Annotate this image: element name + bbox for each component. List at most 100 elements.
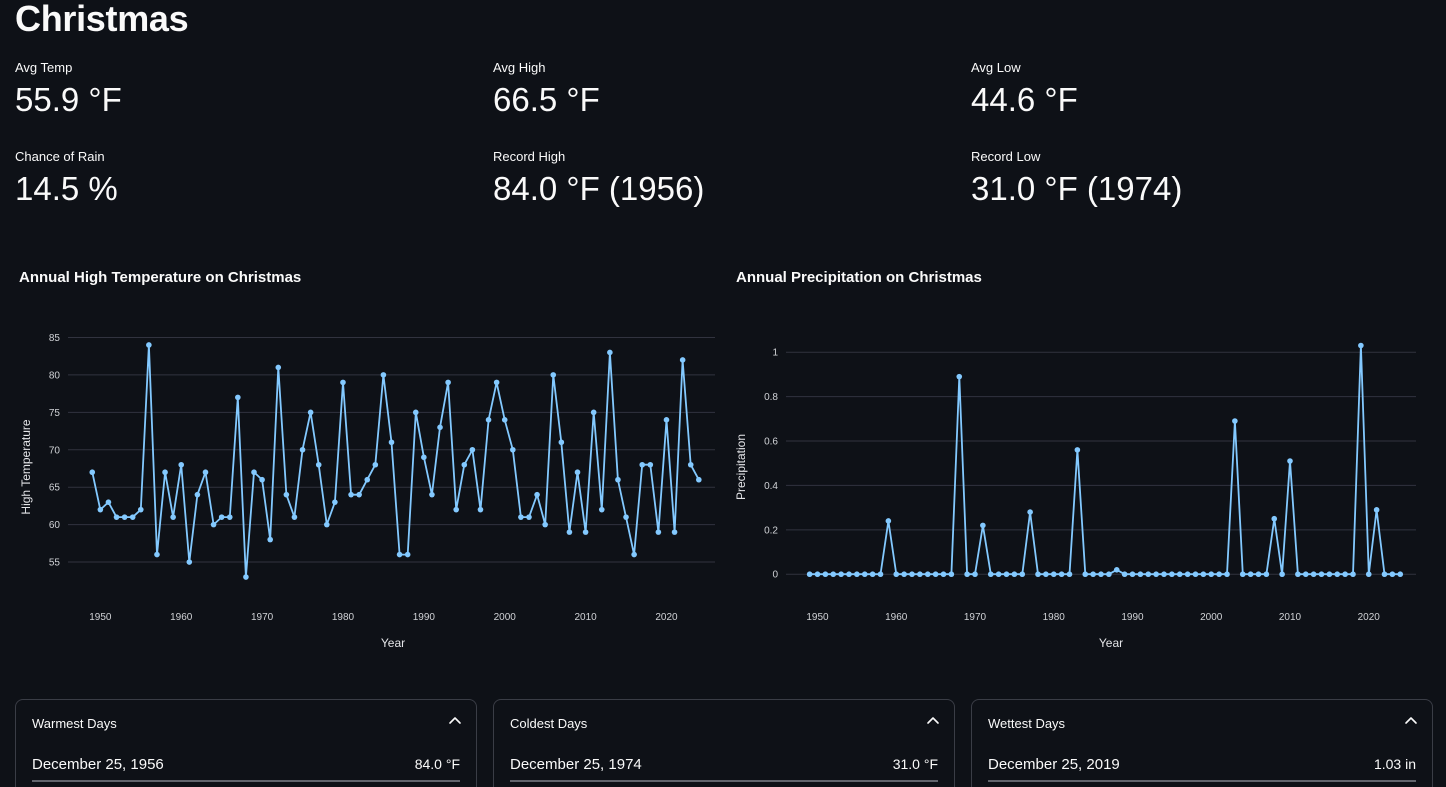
day-date: December 25, 1956 <box>32 756 164 773</box>
data-point <box>429 491 435 498</box>
expander-header[interactable]: Warmest Days <box>32 716 117 731</box>
expander-header[interactable]: Wettest Days <box>988 716 1065 731</box>
data-point <box>307 409 314 416</box>
metric-value: 14.5 % <box>15 170 118 207</box>
data-point <box>1302 571 1309 578</box>
data-point <box>243 574 249 580</box>
data-point <box>283 491 290 498</box>
data-point <box>1106 571 1112 578</box>
chevron-up-icon[interactable] <box>1404 714 1418 728</box>
data-point <box>299 446 306 453</box>
x-tick-label: 1990 <box>413 612 436 623</box>
data-point <box>582 529 589 535</box>
x-tick-label: 2020 <box>655 612 678 623</box>
data-point <box>987 571 994 578</box>
x-tick-label: 2000 <box>494 612 517 623</box>
x-tick-label: 2020 <box>1358 612 1381 623</box>
chart-title-precipitation: Annual Precipitation on Christmas <box>736 269 982 286</box>
x-tick-label: 1950 <box>89 612 112 623</box>
metric-label: Avg High <box>493 60 546 75</box>
data-point <box>477 506 484 513</box>
x-tick-label: 1980 <box>1043 612 1066 623</box>
data-point <box>235 394 241 401</box>
y-tick-label: 75 <box>49 408 61 419</box>
metric-avg-temp: Avg Temp 55.9 °F <box>15 60 455 119</box>
x-tick-label: 1990 <box>1121 612 1144 623</box>
data-point <box>1145 571 1152 578</box>
data-point <box>1011 571 1018 578</box>
data-point <box>1192 571 1199 578</box>
metric-record-high: Record High 84.0 °F (1956) <box>493 149 933 208</box>
data-point <box>1326 571 1333 578</box>
data-point <box>404 551 411 558</box>
data-point <box>315 461 322 468</box>
data-point <box>291 514 298 520</box>
data-point <box>893 571 900 578</box>
chevron-up-icon[interactable] <box>926 714 940 728</box>
precipitation-chart[interactable]: 0 0.2 0.4 0.6 0.8 1 1950 1960 1970 1980 1990 2000 20… <box>720 300 1446 660</box>
x-axis-title: Year <box>381 636 405 650</box>
data-point <box>485 417 492 423</box>
data-point <box>1003 571 1010 578</box>
metric-label: Record High <box>493 149 566 164</box>
data-point <box>671 529 678 535</box>
data-point <box>1271 515 1278 522</box>
chevron-up-icon[interactable] <box>448 714 462 728</box>
data-point <box>869 571 876 578</box>
metric-label: Avg Temp <box>15 60 73 75</box>
data-point <box>838 571 844 578</box>
data-point <box>1389 571 1396 578</box>
metric-label: Record Low <box>971 149 1041 164</box>
y-tick-label: 70 <box>49 445 61 456</box>
data-point <box>598 506 605 513</box>
data-point <box>1381 571 1388 578</box>
data-point <box>1153 571 1159 578</box>
data-point <box>1208 571 1215 578</box>
data-point <box>170 514 176 520</box>
data-point <box>89 469 96 476</box>
data-point <box>1090 571 1096 578</box>
data-point <box>1121 571 1128 578</box>
data-point <box>655 529 662 535</box>
data-point <box>1050 571 1057 578</box>
data-point <box>113 514 120 520</box>
x-tick-label: 1950 <box>806 612 829 623</box>
data-point <box>558 439 565 446</box>
data-point <box>226 514 233 520</box>
data-point <box>469 446 476 453</box>
metric-chance-of-rain: Chance of Rain 14.5 % <box>15 149 455 208</box>
x-tick-label: 2010 <box>1279 612 1302 623</box>
data-point <box>830 571 837 578</box>
high-temperature-chart[interactable]: 55 60 65 70 75 80 85 1950 1960 1970 1980 1990 2000 20… <box>0 300 720 660</box>
data-point <box>1239 571 1246 578</box>
data-point <box>917 571 923 578</box>
data-point <box>1200 571 1207 578</box>
day-value: 1.03 in <box>1373 756 1416 772</box>
metric-value: 31.0 °F (1974) <box>971 170 1183 207</box>
data-point <box>97 506 104 513</box>
data-point <box>340 379 346 386</box>
data-point <box>1255 571 1262 578</box>
x-tick-label: 1960 <box>885 612 908 623</box>
data-point <box>687 461 694 468</box>
expander-header[interactable]: Coldest Days <box>510 716 587 731</box>
data-point <box>909 571 915 578</box>
x-tick-label: 1970 <box>251 612 274 623</box>
x-tick-label: 1970 <box>964 612 987 623</box>
data-point <box>1358 342 1364 349</box>
data-point <box>647 461 654 468</box>
expander-coldest-days: Coldest Days December 25, 1974 31.0 °F <box>493 699 955 787</box>
data-point <box>1035 571 1041 578</box>
data-point <box>356 491 362 498</box>
expander-wettest-days: Wettest Days December 25, 2019 1.03 in <box>971 699 1433 787</box>
y-tick-label: 85 <box>49 333 61 344</box>
data-point <box>861 571 868 578</box>
data-point <box>267 536 273 543</box>
data-point <box>501 417 508 423</box>
data-point <box>178 461 185 468</box>
data-point <box>822 571 829 578</box>
data-point <box>324 521 330 528</box>
data-point <box>1043 571 1049 578</box>
y-tick-label: 0 <box>772 570 778 581</box>
data-point <box>388 439 395 446</box>
